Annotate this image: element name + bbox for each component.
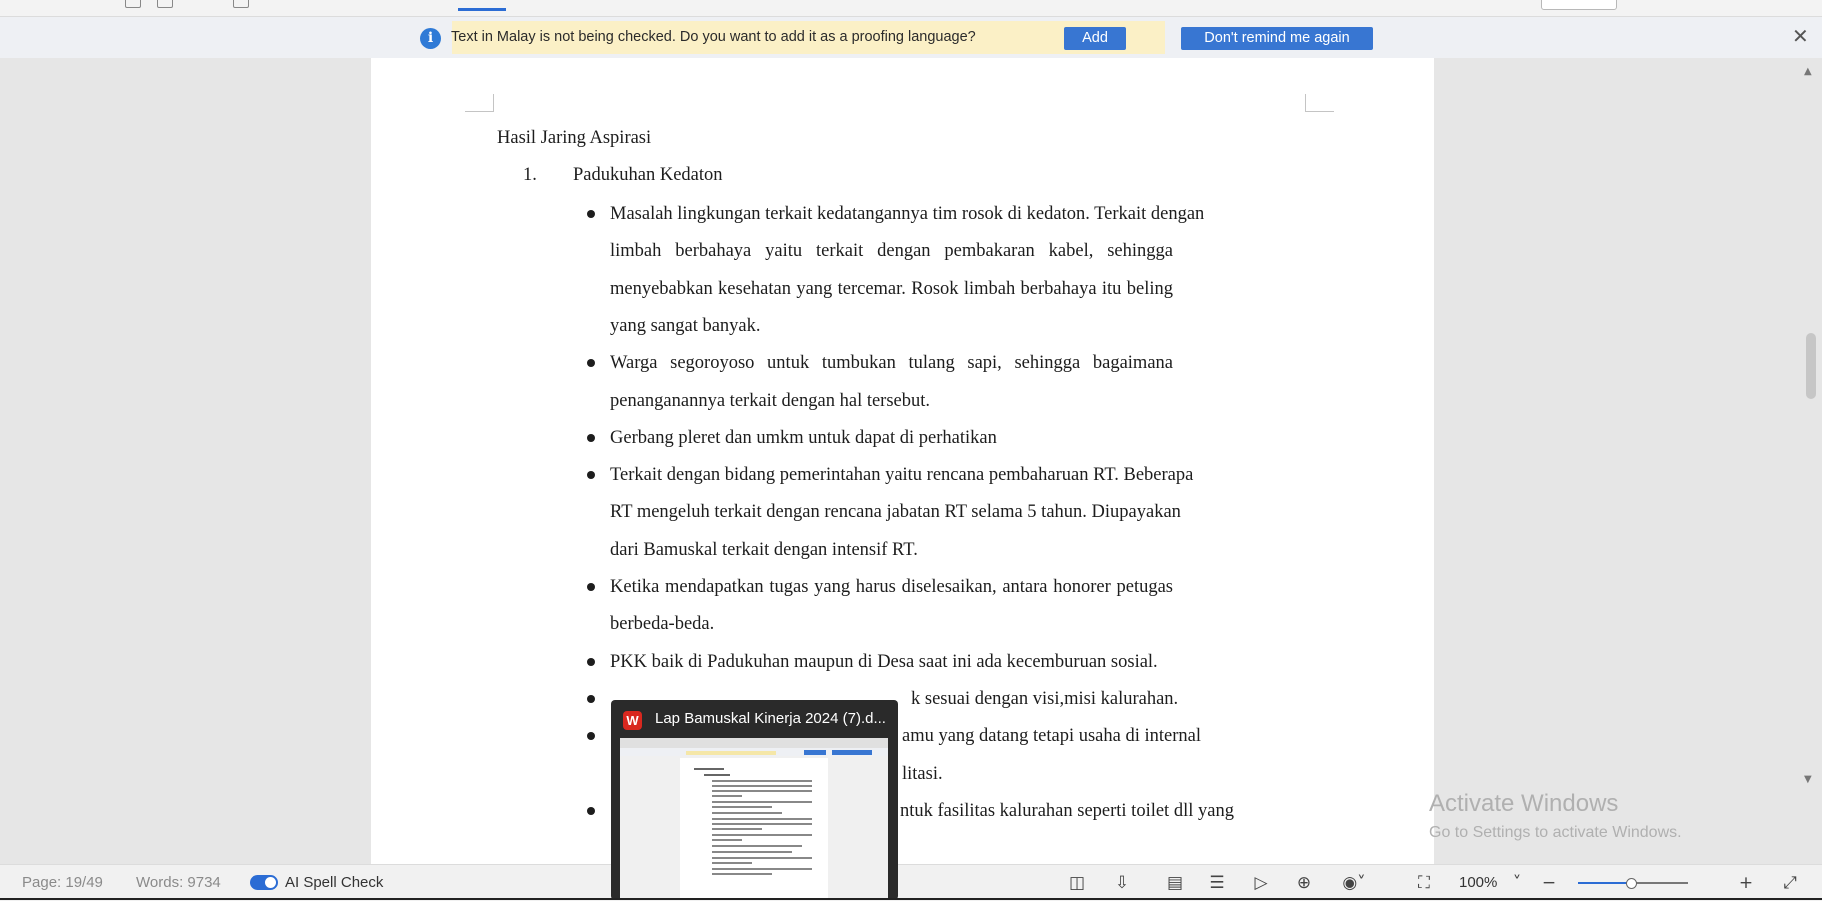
word-count[interactable]: Words: 9734 [136,874,221,891]
bullet-line: limbah berbahaya yaitu terkait dengan pe… [610,241,1173,262]
vertical-scrollbar[interactable]: ▲ ▼ [1798,58,1822,864]
page-view-icon[interactable]: ◫ [1066,872,1088,894]
list-title: Padukuhan Kedaton [573,165,723,185]
proofing-message-bar: i Text in Malay is not being checked. Do… [0,17,1822,58]
bullet-point [587,583,595,591]
fit-page-icon[interactable]: ⛶ [1413,872,1435,894]
outline-view-icon[interactable]: ☰ [1206,872,1228,894]
toggle-knob [265,877,276,888]
scrollbar-thumb[interactable] [1806,333,1816,399]
close-icon[interactable]: ✕ [1792,27,1809,47]
bullet-point [587,210,595,218]
eye-protection-icon[interactable]: ◉˅ [1337,872,1371,894]
play-icon[interactable]: ▷ [1250,872,1272,894]
bullet-line: menyebabkan kesehatan yang tercemar. Ros… [610,278,1173,299]
bullet-point [587,359,595,368]
bullet-line: litasi. [902,763,943,784]
bullet-line: k sesuai dengan visi,misi kalurahan. [911,688,1179,709]
toolbar-icon[interactable] [125,0,141,8]
fullscreen-icon[interactable]: ⤢ [1779,872,1801,894]
ribbon-search-box[interactable] [1541,0,1617,10]
bullet-line: berbeda-beda. [610,614,715,635]
preview-thumbnail[interactable] [620,738,888,898]
bullet-line: Terkait dengan bidang pemerintahan yaitu… [610,465,1194,486]
scroll-down-icon[interactable]: ▼ [1804,774,1812,785]
status-bar: Page: 19/49 Words: 9734 AI Spell Check ◫… [0,864,1822,901]
print-layout-icon[interactable]: ▤ [1164,872,1186,894]
bullet-line: Masalah lingkungan terkait kedatangannya… [610,204,1205,224]
bullet-line: Ketika mendapatkan tugas yang harus dise… [610,577,1173,597]
bullet-line: ntuk fasilitas kalurahan seperti toilet … [900,800,1234,821]
page-counter[interactable]: Page: 19/49 [22,874,103,891]
proofing-message-text: Text in Malay is not being checked. Do y… [451,29,976,45]
scroll-up-icon[interactable]: ▲ [1804,66,1812,77]
info-icon: i [420,28,441,49]
document-page[interactable]: Hasil Jaring Aspirasi 1. Padukuhan Kedat… [371,58,1434,864]
preview-window-title: Lap Bamuskal Kinerja 2024 (7).d... [655,710,886,727]
zoom-slider-knob[interactable] [1625,878,1637,889]
bullet-line: RT mengeluh terkait dengan rencana jabat… [610,502,1181,523]
add-language-button[interactable]: Add [1064,27,1126,50]
bullet-line: amu yang datang tetapi usaha di internal [902,726,1201,747]
ai-spell-check-label[interactable]: AI Spell Check [285,874,383,891]
read-mode-icon[interactable]: ⇩ [1111,872,1133,894]
zoom-slider[interactable] [1578,878,1688,889]
bullet-point [587,471,595,480]
bullet-line: dari Bamuskal terkait dengan intensif RT… [610,539,918,560]
document-heading: Hasil Jaring Aspirasi [497,128,652,148]
bullet-point [587,806,595,815]
toolbar-icon[interactable] [233,0,249,8]
zoom-in-icon[interactable]: + [1735,872,1757,894]
taskbar-preview[interactable]: W Lap Bamuskal Kinerja 2024 (7).d... [611,700,898,900]
bullet-line: penanganannya terkait dengan hal tersebu… [610,390,931,411]
thumbnail-document-image [620,738,888,898]
bullet-line: Gerbang pleret dan umkm untuk dapat di p… [610,427,997,448]
zoom-level[interactable]: 100% [1459,874,1497,891]
bullet-point [587,732,595,741]
bullet-line: yang sangat banyak. [610,315,761,336]
globe-icon[interactable]: ⊕ [1293,872,1315,894]
zoom-dropdown-icon[interactable]: ˅ [1506,872,1528,894]
watermark-line2: Go to Settings to activate Windows. [1429,824,1682,841]
toolbar-icon[interactable] [157,0,173,8]
bullet-point [587,694,595,703]
ai-spell-check-toggle[interactable] [250,875,278,890]
dont-remind-button[interactable]: Don't remind me again [1181,27,1373,50]
bullet-line: PKK baik di Padukuhan maupun di Desa saa… [610,651,1158,672]
activation-watermark: Activate Windows Go to Settings to activ… [1429,790,1682,842]
wps-writer-icon: W [623,711,642,730]
document-body[interactable]: Hasil Jaring Aspirasi 1. Padukuhan Kedat… [371,58,1434,864]
ribbon-tabs [0,0,1822,17]
bullet-point [587,433,595,442]
watermark-line1: Activate Windows [1429,790,1619,817]
list-number: 1. [523,165,537,185]
bullet-point [587,657,595,666]
bullet-line: Warga segoroyoso untuk tumbukan tulang s… [610,353,1173,374]
zoom-slider-fill [1578,882,1631,884]
zoom-out-icon[interactable]: − [1538,872,1560,894]
active-tab-indicator [458,8,506,11]
